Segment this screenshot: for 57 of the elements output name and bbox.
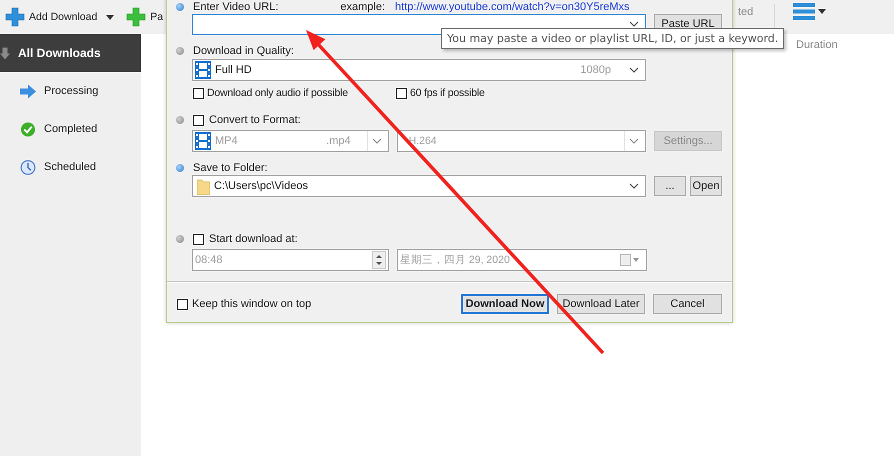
calendar-icon[interactable] bbox=[620, 254, 640, 266]
chevron-icon bbox=[629, 183, 639, 189]
field-label: Save to Folder: bbox=[193, 162, 268, 174]
sidebar-item[interactable]: All Downloads bbox=[0, 34, 141, 72]
checkbox[interactable] bbox=[177, 298, 188, 310]
film-icon bbox=[195, 132, 211, 150]
browse-button[interactable]: ... bbox=[654, 176, 686, 196]
arrow-right-icon bbox=[20, 84, 36, 98]
toolbar-button[interactable]: Pa bbox=[126, 7, 164, 27]
plus-icon bbox=[126, 7, 146, 27]
field-label: Enter Video URL: bbox=[193, 1, 278, 13]
chevron-icon bbox=[372, 138, 382, 144]
tooltip: You may paste a video or playlist URL, ID, or just a keyword. bbox=[441, 28, 784, 49]
checkbox-label: Download only audio if possible bbox=[207, 87, 348, 99]
quality-dropdown[interactable]: Full HD 1080p bbox=[192, 59, 646, 81]
chevron-icon bbox=[629, 21, 639, 27]
dialog-button[interactable]: Download Now bbox=[461, 294, 549, 314]
sidebar-item[interactable]: Processing bbox=[0, 72, 141, 110]
plus-icon bbox=[5, 7, 25, 27]
sidebar-item[interactable]: Completed bbox=[0, 110, 141, 148]
dialog-button[interactable]: Cancel bbox=[653, 294, 722, 314]
resolution-label: 1080p bbox=[580, 64, 611, 76]
date-value: 星期三，四月 29, 2020 bbox=[400, 253, 510, 267]
sidebar-item[interactable]: Scheduled bbox=[0, 148, 141, 186]
open-button[interactable]: Open bbox=[690, 176, 722, 196]
download-arrow-icon bbox=[0, 46, 10, 60]
field-label: Download in Quality: bbox=[193, 45, 294, 57]
dropdown-value: Full HD bbox=[215, 64, 252, 76]
caret-icon bbox=[818, 9, 826, 14]
view-menu-button[interactable] bbox=[793, 3, 826, 20]
dialog-button[interactable]: Download Later bbox=[557, 294, 645, 314]
example-label: example: bbox=[340, 1, 386, 13]
checkbox-label: 60 fps if possible bbox=[410, 87, 485, 99]
checkbox[interactable] bbox=[193, 234, 204, 244]
checkbox-label: Start download at: bbox=[209, 233, 298, 245]
checkbox[interactable] bbox=[193, 114, 204, 126]
chevron-icon bbox=[629, 138, 640, 144]
checkmark-icon bbox=[20, 122, 36, 136]
dropdown-value: H.264 bbox=[408, 135, 437, 147]
extension-label: .mp4 bbox=[326, 135, 351, 147]
dropdown-value: MP4 bbox=[215, 135, 238, 147]
dropdown-value: C:\Users\pc\Videos bbox=[214, 180, 308, 192]
spinner-arrows-icon[interactable] bbox=[372, 251, 386, 269]
example-link[interactable]: http://www.youtube.com/watch?v=on30Y5reMxs bbox=[395, 1, 630, 13]
folder-dropdown[interactable]: C:\Users\pc\Videos bbox=[192, 175, 646, 197]
clock-icon bbox=[20, 160, 36, 174]
time-value: 08:48 bbox=[195, 254, 223, 266]
film-icon bbox=[195, 61, 211, 79]
checkbox[interactable] bbox=[193, 88, 204, 98]
caret-icon[interactable] bbox=[106, 14, 114, 20]
checkbox[interactable] bbox=[396, 88, 407, 98]
chevron-icon bbox=[629, 67, 639, 73]
checkbox-label: Keep this window on top bbox=[192, 298, 312, 310]
toolbar-button[interactable]: Add Download bbox=[5, 7, 98, 27]
folder-icon bbox=[197, 178, 210, 194]
checkbox-label: Convert to Format: bbox=[209, 114, 301, 126]
menu-icon bbox=[793, 3, 815, 20]
